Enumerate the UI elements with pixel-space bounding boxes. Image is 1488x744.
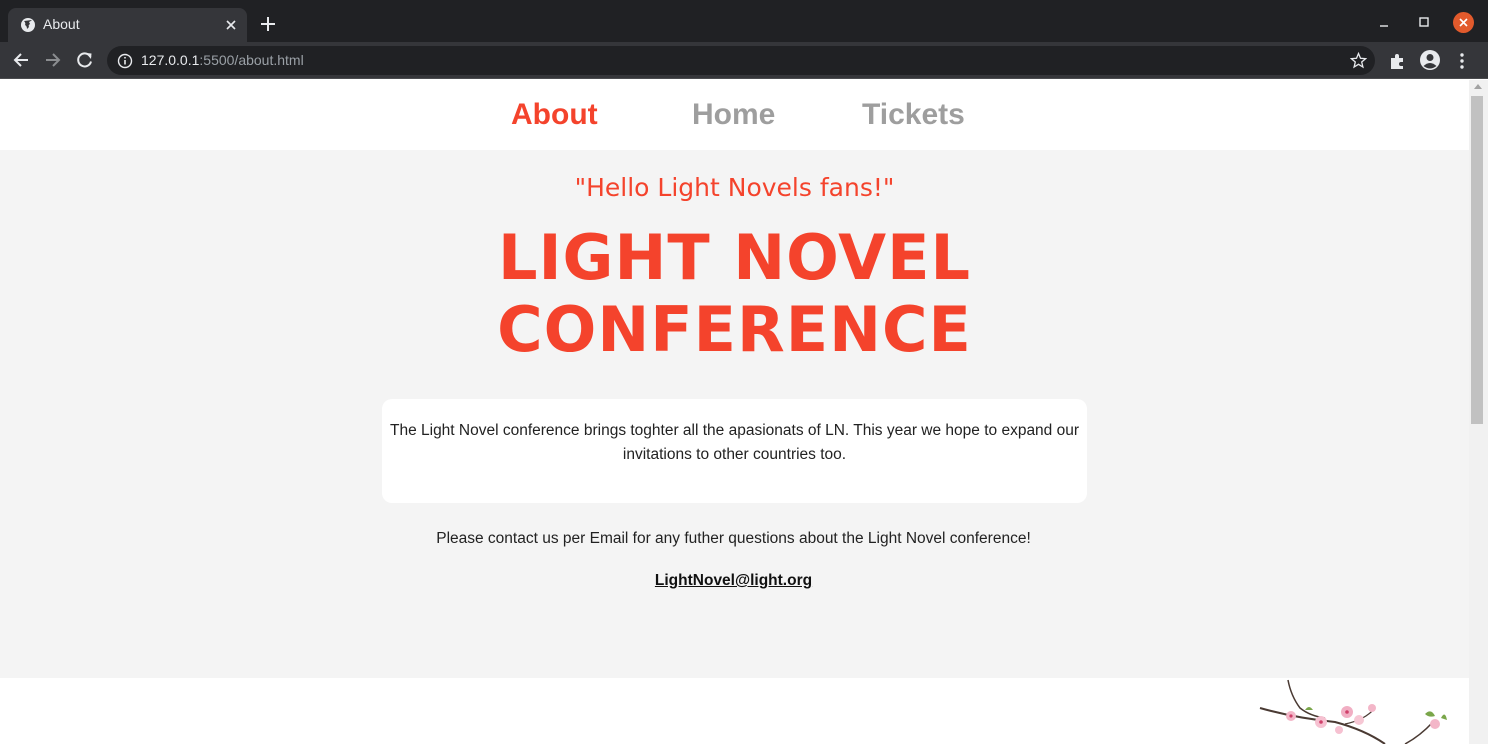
browser-tab-strip: About (0, 0, 1488, 42)
url-text: 127.0.0.1:5500/about.html (141, 52, 304, 68)
tab-title: About (43, 16, 80, 32)
scroll-up-arrow[interactable] (1474, 84, 1482, 89)
contact-text: Please contact us per Email for any futh… (436, 530, 1031, 547)
page-title-line-2: CONFERENCE (497, 293, 972, 366)
page-title: LIGHT NOVEL CONFERENCE (0, 222, 1469, 366)
browser-tab[interactable]: About (8, 8, 247, 42)
page-viewport: About Home Tickets "Hello Light Novels f… (0, 80, 1469, 744)
minimize-icon[interactable] (1377, 16, 1391, 30)
address-bar[interactable]: 127.0.0.1:5500/about.html (107, 46, 1375, 75)
scrollbar-thumb[interactable] (1471, 96, 1483, 424)
tagline: "Hello Light Novels fans!" (574, 173, 895, 202)
window-close-button[interactable] (1453, 12, 1474, 33)
nav-link-about[interactable]: About (511, 98, 598, 132)
back-arrow-icon[interactable] (11, 50, 31, 70)
hero-section: "Hello Light Novels fans!" LIGHT NOVEL C… (0, 150, 1469, 678)
forward-arrow-icon[interactable] (43, 50, 63, 70)
maximize-icon[interactable] (1417, 15, 1431, 29)
site-navbar: About Home Tickets (0, 80, 1469, 150)
vertical-scrollbar[interactable] (1469, 80, 1488, 744)
reload-icon[interactable] (75, 50, 95, 70)
puzzle-icon[interactable] (1388, 51, 1408, 71)
close-icon[interactable] (223, 17, 239, 33)
nav-link-home[interactable]: Home (692, 98, 775, 132)
about-description: The Light Novel conference brings toghte… (389, 422, 1080, 463)
info-icon[interactable] (117, 53, 133, 69)
about-card: The Light Novel conference brings toghte… (382, 399, 1087, 503)
plus-icon[interactable] (259, 15, 277, 33)
email-link-container: LightNovel@light.org (0, 570, 1467, 590)
nav-link-tickets[interactable]: Tickets (862, 98, 965, 132)
cherry-blossom-branch-image (1259, 679, 1447, 744)
kebab-menu-icon[interactable] (1452, 51, 1472, 71)
browser-toolbar: 127.0.0.1:5500/about.html (0, 42, 1488, 79)
email-link[interactable]: LightNovel@light.org (655, 572, 812, 589)
star-icon[interactable] (1350, 52, 1367, 69)
page-title-line-1: LIGHT NOVEL (497, 221, 971, 294)
window-close-icon (1459, 18, 1468, 27)
url-host: 127.0.0.1 (141, 52, 200, 68)
profile-icon[interactable] (1419, 49, 1441, 71)
url-path: :5500/about.html (199, 52, 304, 68)
globe-icon (21, 18, 35, 32)
